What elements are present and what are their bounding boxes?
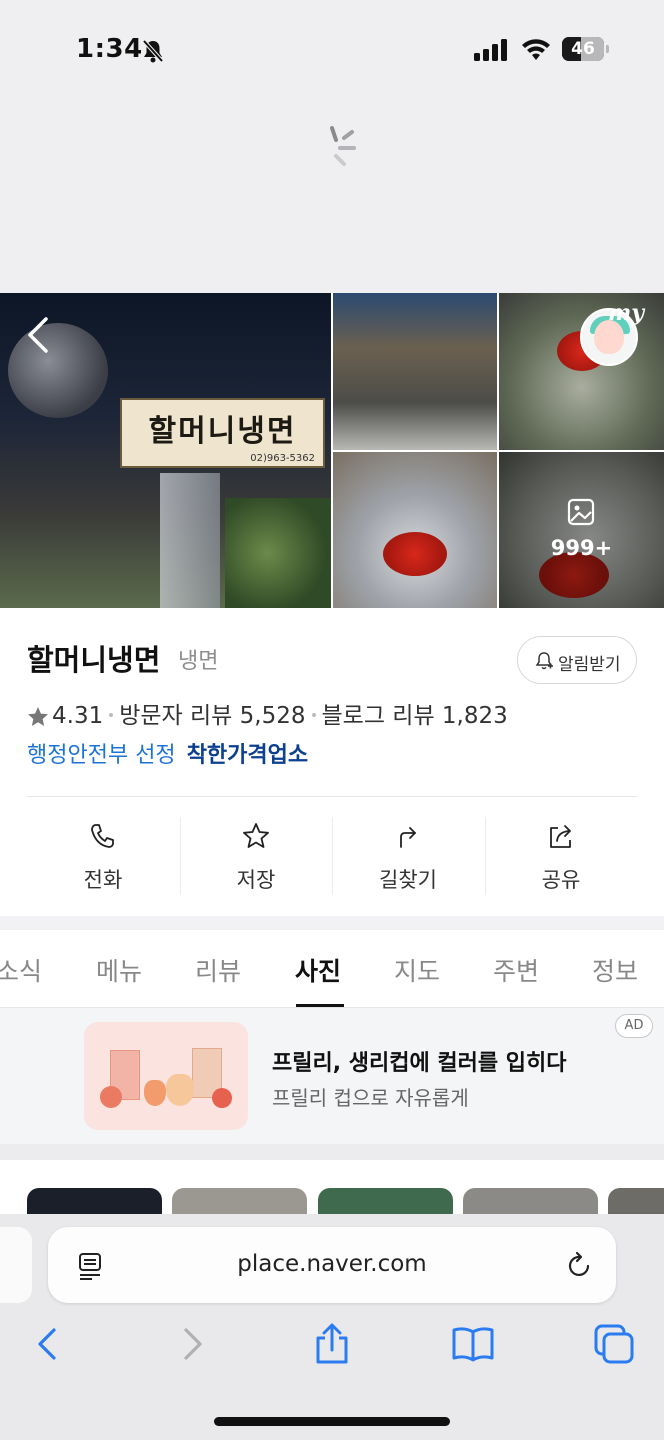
- photo-thumbnail[interactable]: [333, 452, 497, 608]
- place-name: 할머니냉면: [27, 643, 161, 677]
- back-nav-icon[interactable]: [26, 1322, 70, 1366]
- tab-photos[interactable]: 사진: [295, 952, 341, 988]
- tabs-overview-icon[interactable]: [592, 1322, 636, 1366]
- cell-signal-icon: [474, 39, 507, 61]
- rating-value: 4.31: [52, 703, 104, 729]
- tab-info[interactable]: 정보: [592, 952, 638, 988]
- tab-reviews[interactable]: 리뷰: [195, 952, 241, 988]
- good-price-store-row[interactable]: 행정안전부 선정 착한가격업소: [27, 737, 308, 769]
- share-label: 공유: [541, 868, 581, 892]
- call-label: 전화: [83, 868, 123, 892]
- battery-indicator: 46: [562, 37, 610, 61]
- share-sheet-icon[interactable]: [310, 1322, 354, 1366]
- directions-icon: [400, 827, 416, 848]
- tab-menu[interactable]: 메뉴: [96, 952, 142, 988]
- ad-title: 프릴리, 생리컵에 컬러를 입히다: [272, 1051, 567, 1076]
- url-text: place.naver.com: [237, 1251, 427, 1277]
- reload-icon[interactable]: [564, 1251, 594, 1281]
- active-tab-indicator: [296, 1004, 344, 1007]
- share-button[interactable]: 공유: [485, 817, 637, 895]
- home-indicator: [214, 1417, 450, 1426]
- tab-nearby[interactable]: 주변: [493, 952, 539, 988]
- more-photos-overlay[interactable]: [499, 452, 664, 608]
- ad-banner[interactable]: 프릴리, 생리컵에 컬러를 입히다 프릴리 컵으로 자유롭게 AD: [0, 1008, 664, 1144]
- save-label: 저장: [236, 868, 276, 892]
- loading-spinner-icon: [330, 126, 356, 166]
- image-icon: [567, 498, 595, 526]
- main-photo[interactable]: 할머니냉면 02)963-5362: [0, 293, 331, 608]
- rating-row: 4.31 방문자 리뷰 5,528 블로그 리뷰 1,823: [26, 696, 508, 729]
- status-time: 1:34: [76, 34, 143, 64]
- store-signboard: 할머니냉면 02)963-5362: [120, 398, 325, 468]
- bell-plus-icon: [535, 652, 553, 670]
- bell-off-icon: [142, 39, 164, 63]
- ad-badge: AD: [615, 1014, 653, 1038]
- star-icon: [243, 823, 269, 848]
- status-bar: 1:34 46: [0, 0, 664, 100]
- photo-strip: [0, 1160, 664, 1218]
- ad-subtitle: 프릴리 컵으로 자유롭게: [272, 1086, 469, 1110]
- tab-news[interactable]: 소식: [0, 952, 42, 988]
- address-bar[interactable]: place.naver.com: [48, 1227, 616, 1303]
- my-label: my: [608, 300, 645, 326]
- good-price-badge: 착한가격업소: [186, 743, 309, 768]
- back-arrow-icon[interactable]: [22, 315, 56, 355]
- ad-image: [84, 1022, 248, 1130]
- blog-reviews-link[interactable]: 블로그 리뷰 1,823: [322, 703, 508, 729]
- forward-nav-icon[interactable]: [170, 1322, 214, 1366]
- save-button[interactable]: 저장: [180, 817, 332, 895]
- signboard-phone: 02)963-5362: [250, 453, 315, 464]
- bookmarks-icon[interactable]: [451, 1322, 495, 1366]
- previous-tab-peek[interactable]: [0, 1227, 32, 1303]
- section-tabs: 소식 메뉴 리뷰 사진 지도 주변 정보: [0, 930, 664, 1008]
- photo-count: 999+: [550, 536, 613, 560]
- directions-button[interactable]: 길찾기: [332, 817, 484, 895]
- wifi-icon: [522, 39, 550, 60]
- visitor-reviews-link[interactable]: 방문자 리뷰 5,528: [119, 703, 305, 729]
- tab-map[interactable]: 지도: [394, 952, 440, 988]
- share-icon: [550, 825, 571, 848]
- action-bar: 전화 저장 길찾기 공유: [27, 817, 637, 895]
- signboard-text: 할머니냉면: [148, 414, 297, 449]
- photo-thumbnail[interactable]: [333, 293, 497, 450]
- rating-star-icon: [28, 706, 48, 726]
- alarm-label: 알림받기: [558, 655, 621, 675]
- phone-icon: [91, 824, 114, 848]
- call-button[interactable]: 전화: [27, 817, 179, 895]
- gov-selected-text: 행정안전부 선정: [27, 743, 176, 768]
- directions-label: 길찾기: [379, 868, 437, 892]
- battery-level: 46: [571, 39, 595, 59]
- alarm-subscribe-button[interactable]: 알림받기: [517, 636, 637, 684]
- place-category: 냉면: [178, 649, 219, 674]
